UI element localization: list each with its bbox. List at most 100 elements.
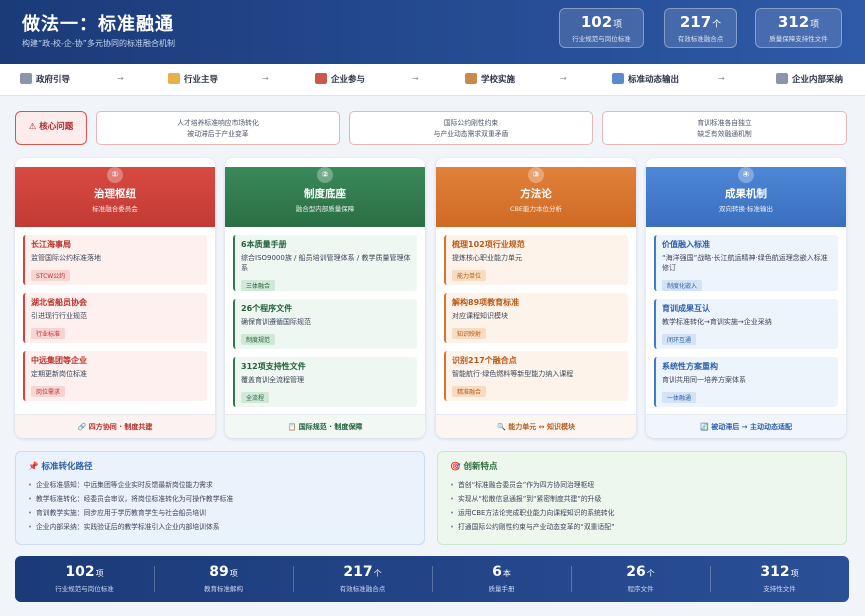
building-icon (776, 73, 788, 84)
card-value-integration: 价值融入标准 “海洋强国”战略·长江航运精神·绿色航运理念嵌入标准修订 制度化嵌… (654, 235, 838, 291)
stat-label: 有效标准融合点 (339, 585, 386, 593)
card-procedure-files: 26个程序文件 确保育训遵循国际规范 制度规范 (233, 299, 417, 349)
stat-value: 6 (492, 564, 502, 580)
stat-unit: 个 (373, 569, 382, 578)
refresh-icon (612, 73, 624, 84)
column-methodology: ③ 方法论 CBE能力本位分析 梳理102项行业规范 提炼核心职业能力单元 能力… (436, 158, 636, 438)
page-title: 做法一：标准融通 (22, 14, 174, 35)
card-changjiang-msa: 长江海事局 监管国际公约标准落地 STCW公约 (23, 235, 207, 285)
flow-step-label: 行业主导 (184, 75, 219, 85)
stat-value: 89 (209, 564, 229, 580)
column-subtitle: 标准融合委员会 (92, 205, 138, 213)
page-header: 做法一：标准融通 构建“政-校-企-协”多元协同的标准融合机制 102项 行业规… (0, 0, 865, 64)
stat-unit: 项 (95, 569, 104, 578)
arrow-right-icon: → (262, 74, 269, 83)
card-fusion-points: 识别217个融合点 智能航行·绿色燃料等新型能力纳入课程 精准融合 (444, 351, 628, 401)
panel-list-item: 实现从“松散信息通报”到“紧密制度共建”的升级 (450, 492, 834, 506)
column-title: 制度底座 (304, 188, 346, 200)
card-title: 识别217个融合点 (452, 356, 517, 365)
flow-step-label: 企业参与 (331, 75, 366, 85)
column-system-base: ② 制度底座 融合型内部质量保障 6本质量手册 综合ISO9000族 / 船员培… (225, 158, 425, 438)
card-plan-restructure: 系统性方案重构 育训共用同一培养方案体系 一体融通 (654, 357, 838, 407)
issue-card-response: 人才培养标准响应市场转化 被动滞后于产业变革 (96, 111, 340, 145)
process-flow-bar: 政府引导 → 行业主导 → 企业参与 → 学校实施 → 标准动态输出 → 企业内… (0, 64, 865, 96)
panel-list-item: 企业内部采纳：实践验证后的教学标准引入企业内部培训体系 (28, 520, 412, 534)
summary-stat: 312项 支持性文件 (710, 556, 849, 602)
panel-innovation: 🎯 创新特点 首创“标准融合委员会”作为四方协同治理枢纽 实现从“松散信息通报”… (437, 451, 847, 545)
card-tag: 行业标准 (31, 328, 66, 339)
summary-stat: 6本 质量手册 (432, 556, 571, 602)
stat-unit: 项 (229, 569, 238, 578)
card-desc: “海洋强国”战略·长江航运精神·绿色航运理念嵌入标准修订 (662, 254, 828, 272)
stat-unit: 项 (790, 569, 799, 578)
card-support-files: 312项支持性文件 覆盖育训全流程管理 全流程 (233, 357, 417, 407)
summary-stat: 89项 教育标准解构 (154, 556, 293, 602)
stat-label: 程序文件 (627, 585, 654, 593)
step-number-badge: ④ (738, 167, 754, 183)
card-title: 312项支持性文件 (241, 362, 306, 371)
column-header: ③ 方法论 CBE能力本位分析 (436, 167, 636, 227)
card-title: 价值融入标准 (662, 240, 710, 249)
panel-conversion-path: 📌 标准转化路径 企业标准感知：中远集团等企业实时反馈最新岗位能力需求 教学标准… (15, 451, 425, 545)
stat-value: 312 (777, 13, 810, 31)
summary-stat: 26个 程序文件 (571, 556, 710, 602)
flow-step-standard-output: 标准动态输出 (612, 73, 679, 85)
card-title: 解构89项教育标准 (452, 298, 520, 307)
card-title: 长江海事局 (31, 240, 71, 249)
panel-list-item: 打通国际公约刚性约束与产业动态变革的“双重适配” (450, 520, 834, 534)
column-title: 方法论 (520, 188, 552, 200)
flow-step-label: 学校实施 (481, 75, 516, 85)
card-desc: 对应课程知识模块 (452, 312, 508, 320)
step-number-badge: ② (317, 167, 333, 183)
panel-list-item: 运用CBE方法论完成职业能力向课程知识的系统转化 (450, 506, 834, 520)
header-stat-standards: 102项 行业规范与岗位标准 (559, 8, 644, 48)
summary-stats-bar: 102项 行业规范与岗位标准 89项 教育标准解构 217个 有效标准融合点 6… (15, 556, 849, 602)
card-desc: 智能航行·绿色燃料等新型能力纳入课程 (452, 370, 574, 378)
panel-list-item: 首创“标准融合委员会”作为四方协同治理枢纽 (450, 478, 834, 492)
flow-step-label: 企业内部采纳 (792, 75, 844, 85)
issue-line: 人才培养标准响应市场转化 (177, 119, 259, 127)
page-subtitle: 构建“政-校-企-协”多元协同的标准融合机制 (22, 39, 175, 48)
column-header: ② 制度底座 融合型内部质量保障 (225, 167, 425, 227)
column-subtitle: 融合型内部质量保障 (295, 205, 355, 213)
card-cosco-enterprises: 中远集团等企业 定期更新岗位标准 岗位需求 (23, 351, 207, 401)
column-footer: 🔍 能力单元 ↔ 知识模块 (436, 414, 636, 438)
card-education-standards: 解构89项教育标准 对应课程知识模块 知识映射 (444, 293, 628, 343)
flow-step-label: 标准动态输出 (628, 75, 680, 85)
card-title: 系统性方案重构 (662, 362, 718, 371)
header-stat-support-files: 312项 质量保障支持性文件 (755, 8, 842, 48)
column-subtitle: CBE能力本位分析 (509, 205, 563, 213)
issue-line: 与产业动态需求双重矛盾 (433, 130, 509, 138)
panel-title: 🎯 创新特点 (450, 462, 498, 472)
card-desc: 引进现行行业规范 (31, 312, 87, 320)
card-desc: 确保育训遵循国际规范 (241, 318, 311, 326)
card-tag: 精准融合 (452, 386, 487, 397)
stat-unit: 本 (502, 569, 511, 578)
stat-label: 质量保障支持性文件 (769, 35, 828, 43)
card-tag: 知识映射 (452, 328, 487, 339)
card-quality-manuals: 6本质量手册 综合ISO9000族 / 船员培训管理体系 / 教学质量管理体系 … (233, 235, 417, 291)
column-footer: 📋 国际规范 · 制度保障 (225, 414, 425, 438)
step-number-badge: ③ (528, 167, 544, 183)
issue-line: 被动滞后于产业变革 (187, 130, 249, 138)
card-title: 湖北省船员协会 (31, 298, 87, 307)
column-title: 治理枢纽 (94, 188, 136, 200)
stat-unit: 个 (712, 20, 722, 30)
issue-line: 育训标准各自独立 (697, 119, 752, 127)
card-hubei-seafarer-assoc: 湖北省船员协会 引进现行行业规范 行业标准 (23, 293, 207, 343)
flow-step-label: 政府引导 (36, 75, 71, 85)
card-industry-norms: 梳理102项行业规范 提炼核心职业能力单元 能力单位 (444, 235, 628, 285)
school-icon (465, 73, 477, 84)
card-tag: 全流程 (241, 392, 270, 403)
card-desc: 育训共用同一培养方案体系 (662, 376, 746, 384)
column-footer: 🔄 被动滞后 → 主动动态适配 (646, 414, 846, 438)
bank-icon (20, 73, 32, 84)
arrow-right-icon: → (718, 74, 725, 83)
card-mutual-recognition: 育训成果互认 教学标准转化→育训实施→企业采纳 闭环互通 (654, 299, 838, 349)
column-subtitle: 双向转换·标准输出 (718, 205, 774, 213)
issue-card-convention: 国际公约刚性约束 与产业动态需求双重矛盾 (349, 111, 593, 145)
stat-unit: 个 (646, 569, 655, 578)
panel-title: 📌 标准转化路径 (28, 462, 93, 472)
column-header: ④ 成果机制 双向转换·标准输出 (646, 167, 846, 227)
card-tag: 能力单位 (452, 270, 487, 281)
